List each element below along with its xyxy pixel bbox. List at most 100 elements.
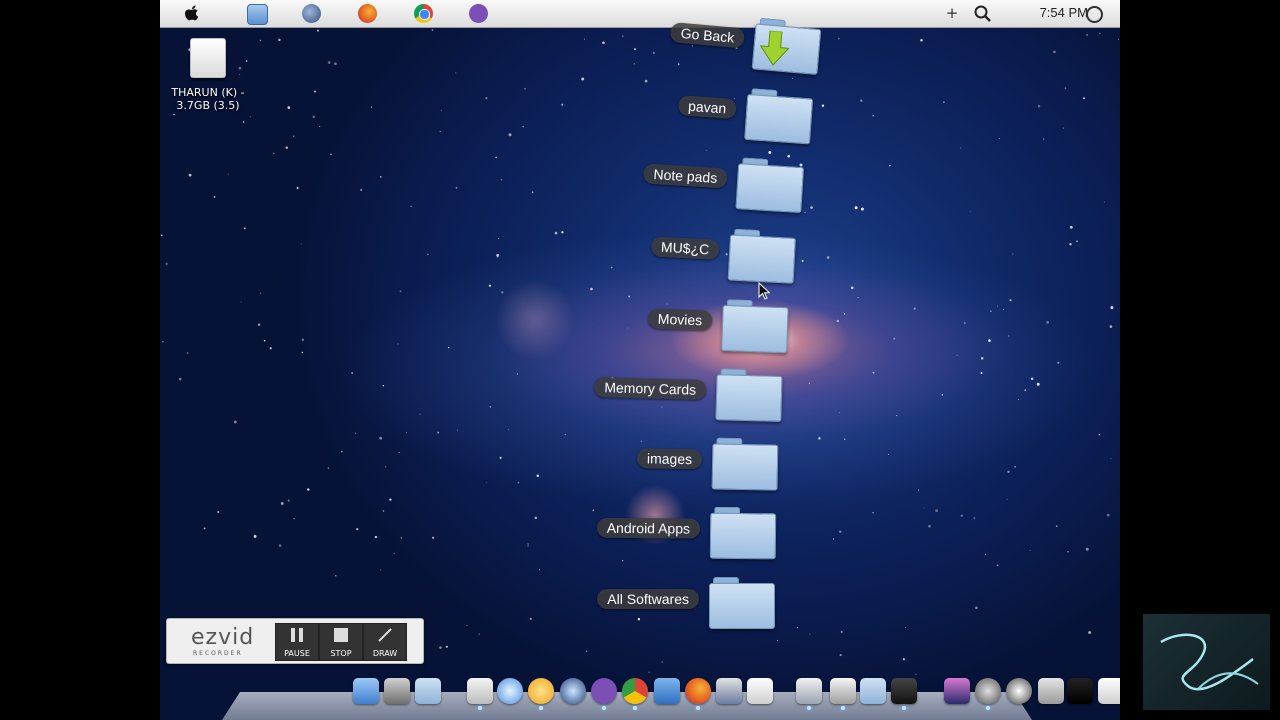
star <box>419 413 421 415</box>
star <box>854 206 858 210</box>
document-icon[interactable] <box>467 678 493 704</box>
stack-item-android-apps[interactable]: Android Apps <box>476 503 777 566</box>
photos-icon[interactable] <box>716 678 742 704</box>
screen-icon[interactable] <box>1067 678 1093 704</box>
star <box>1037 105 1041 108</box>
viber-icon[interactable] <box>591 678 617 704</box>
chrome-icon[interactable] <box>622 678 648 704</box>
star <box>379 436 383 440</box>
stack-item-movies[interactable]: Movies <box>487 289 789 359</box>
viber-icon[interactable] <box>469 4 488 23</box>
scripts-icon[interactable] <box>830 678 856 704</box>
dashboard-icon[interactable] <box>891 678 917 704</box>
quicktime-icon[interactable] <box>560 678 586 704</box>
disk-utility-icon[interactable] <box>975 678 1001 704</box>
finder-icon[interactable] <box>353 678 379 704</box>
stack-item-note-pads[interactable]: Note pads <box>501 141 805 219</box>
chrome-icon[interactable] <box>414 4 433 23</box>
star <box>287 106 291 109</box>
star <box>445 645 448 648</box>
star <box>809 633 811 635</box>
spotlight-icon[interactable] <box>973 4 992 23</box>
ezvid-recorder: ezvid RECORDER PAUSE STOP DRAW <box>166 618 424 664</box>
star <box>1053 50 1056 54</box>
folder-icon[interactable] <box>721 297 789 354</box>
star <box>173 113 175 116</box>
drive-icon[interactable] <box>190 38 226 78</box>
star <box>319 125 321 128</box>
star <box>405 432 407 434</box>
stop-button[interactable]: STOP <box>319 623 363 661</box>
folder-icon[interactable] <box>709 505 777 560</box>
star <box>161 234 163 237</box>
star <box>1062 127 1065 129</box>
star <box>327 61 331 64</box>
star <box>399 290 402 293</box>
star <box>370 106 373 108</box>
folder-icon[interactable] <box>735 155 805 214</box>
star <box>1030 377 1034 381</box>
menubar-clock[interactable]: 7:54 PM <box>1040 5 1088 20</box>
stack-item-music[interactable]: MU$¿C <box>494 214 797 290</box>
folder-icon[interactable] <box>415 678 441 704</box>
star <box>1083 97 1085 100</box>
star <box>488 284 491 287</box>
pause-button[interactable]: PAUSE <box>275 623 319 661</box>
stack-item-pavan[interactable]: pavan <box>510 70 814 151</box>
star <box>257 323 261 326</box>
star <box>923 507 925 509</box>
star <box>1069 225 1073 229</box>
stack-item-label: Note pads <box>642 163 728 189</box>
stack-item-label: pavan <box>677 95 737 120</box>
preview-icon[interactable] <box>796 678 822 704</box>
draw-button[interactable]: DRAW <box>363 623 407 661</box>
star <box>269 347 272 350</box>
utility-icon[interactable] <box>384 678 410 704</box>
stack-item-images[interactable]: images <box>477 431 779 496</box>
star <box>243 227 246 230</box>
star <box>980 372 983 374</box>
media-player-icon[interactable] <box>528 678 554 704</box>
finder-icon[interactable] <box>247 4 268 25</box>
firefox-icon[interactable] <box>685 678 711 704</box>
folder-icon[interactable] <box>711 435 779 491</box>
folder-icon[interactable] <box>715 366 783 422</box>
star <box>973 517 976 520</box>
keyboard-icon[interactable] <box>1098 678 1120 704</box>
folder-icon[interactable] <box>744 86 814 145</box>
power-icon[interactable] <box>1086 6 1103 23</box>
stack-item-memory-cards[interactable]: Memory Cards <box>481 360 783 428</box>
firefox-icon[interactable] <box>358 4 377 23</box>
star <box>1036 382 1040 386</box>
download-arrow-icon <box>759 30 790 66</box>
star <box>217 511 220 513</box>
apple-icon[interactable] <box>182 4 201 23</box>
plus-icon[interactable]: + <box>945 4 959 23</box>
globe-icon[interactable] <box>302 4 321 23</box>
stack-item-all-softwares[interactable]: All Softwares <box>475 575 775 635</box>
star <box>913 307 916 310</box>
downloads-icon[interactable] <box>860 678 886 704</box>
star <box>165 262 168 265</box>
star <box>872 115 874 117</box>
books-icon[interactable] <box>654 678 680 704</box>
notes-icon[interactable] <box>747 678 773 704</box>
time-icon[interactable] <box>1006 678 1032 704</box>
star <box>808 382 811 384</box>
pen-icon <box>378 628 392 642</box>
star <box>960 514 963 517</box>
trash-icon[interactable] <box>1038 678 1064 704</box>
running-indicator <box>902 706 906 710</box>
star <box>975 606 978 610</box>
go-back-icon[interactable] <box>751 15 822 75</box>
mouse-cursor-icon <box>758 282 770 300</box>
star <box>316 29 320 32</box>
folder-icon[interactable] <box>709 575 775 629</box>
star <box>439 130 441 132</box>
folder-icon[interactable] <box>727 226 797 284</box>
safari-icon[interactable] <box>497 678 523 704</box>
star <box>389 498 392 501</box>
galaxy-icon[interactable] <box>944 678 970 704</box>
desktop-drive[interactable]: THARUN (K) - 3.7GB (3.5) <box>170 38 246 112</box>
chrome-center <box>419 9 430 20</box>
